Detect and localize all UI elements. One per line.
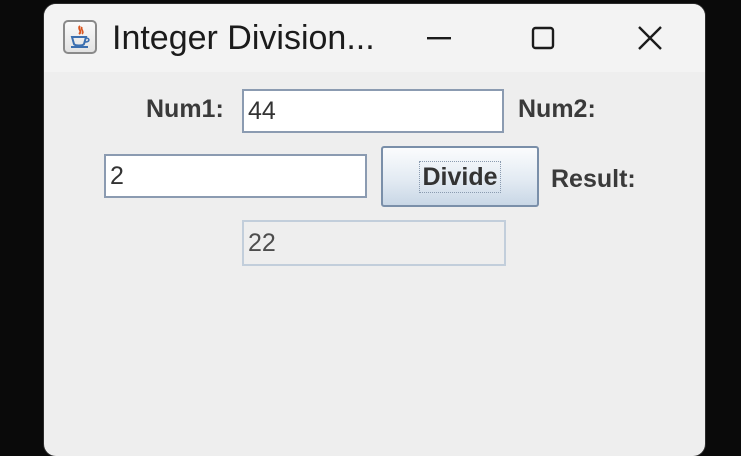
window-title: Integer Division...	[112, 19, 375, 57]
num2-input[interactable]	[104, 154, 367, 198]
java-cup-icon	[63, 20, 97, 54]
form-panel: Num1: Num2: Divide Result:	[44, 72, 705, 456]
divide-button-label: Divide	[419, 160, 501, 193]
maximize-icon	[531, 26, 555, 50]
close-icon	[638, 26, 662, 50]
num1-label: Num1:	[146, 95, 224, 123]
maximize-button[interactable]	[511, 14, 575, 62]
num1-input[interactable]	[242, 89, 504, 133]
title-bar[interactable]: Integer Division...	[44, 4, 705, 72]
minimize-icon	[427, 37, 451, 40]
minimize-button[interactable]	[408, 14, 472, 62]
result-field	[242, 220, 506, 266]
result-label: Result:	[551, 165, 636, 193]
divide-button[interactable]: Divide	[381, 146, 539, 207]
close-button[interactable]	[618, 14, 682, 62]
app-window: Integer Division... Num1: Num2: Divide R…	[44, 4, 705, 456]
num2-label: Num2:	[518, 95, 596, 123]
